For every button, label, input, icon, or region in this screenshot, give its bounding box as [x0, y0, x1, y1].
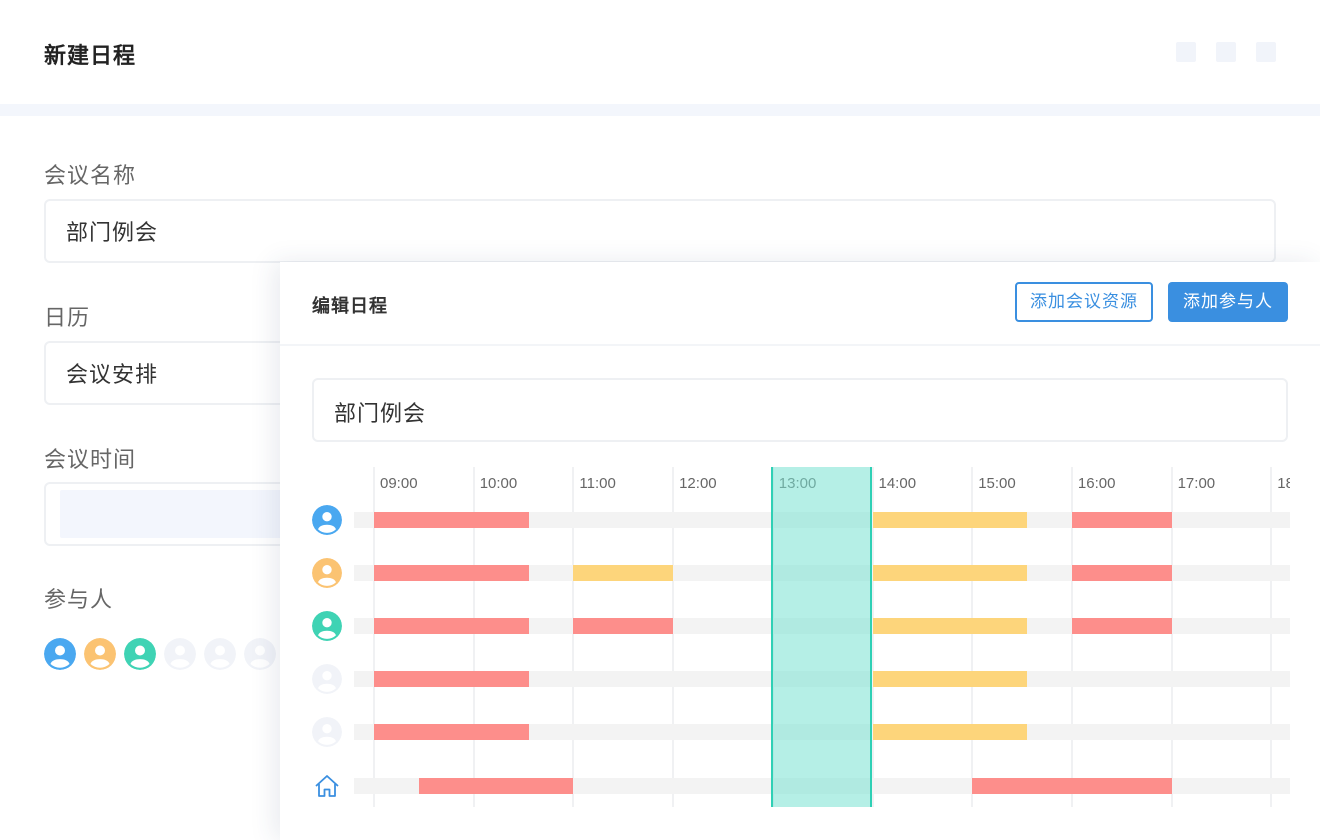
- hour-label: 18:00: [1277, 475, 1290, 492]
- title-bar: 新建日程: [0, 0, 1320, 104]
- tentative-event-bar[interactable]: [872, 724, 1028, 740]
- tentative-event-bar[interactable]: [872, 671, 1028, 687]
- hour-label: 17:00: [1177, 475, 1216, 492]
- busy-event-bar[interactable]: [374, 565, 529, 581]
- calendar-label: 日历: [44, 306, 91, 331]
- close-icon[interactable]: [1256, 42, 1276, 62]
- hour-label: 09:00: [380, 475, 418, 492]
- meeting-name-label: 会议名称: [44, 164, 137, 189]
- row-user-avatar-icon: [312, 611, 342, 641]
- tentative-event-bar[interactable]: [872, 618, 1028, 634]
- minimize-icon[interactable]: [1176, 42, 1196, 62]
- row-user-avatar-icon: [312, 664, 342, 694]
- participants-label: 参与人: [44, 588, 114, 613]
- schedule-timeline[interactable]: 09:0010:0011:0012:0013:0014:0015:0016:00…: [280, 467, 1290, 807]
- participant-avatar[interactable]: [204, 638, 236, 670]
- hour-label: 10:00: [479, 475, 518, 492]
- busy-event-bar[interactable]: [1071, 618, 1172, 634]
- meeting-name-value: 部门例会: [66, 221, 159, 246]
- maximize-icon[interactable]: [1216, 42, 1236, 62]
- hour-label: 15:00: [978, 475, 1016, 492]
- panel-divider: [280, 344, 1320, 346]
- panel-title: 编辑日程: [312, 296, 388, 317]
- busy-event-bar[interactable]: [418, 778, 574, 794]
- room-home-icon: [315, 775, 339, 797]
- row-user-avatar-icon: [312, 558, 342, 588]
- panel-meeting-name-input[interactable]: 部门例会: [312, 378, 1288, 442]
- hour-label: 14:00: [878, 475, 917, 492]
- panel-meeting-name-value: 部门例会: [334, 402, 427, 427]
- add-resource-button[interactable]: 添加会议资源: [1015, 282, 1153, 322]
- tentative-event-bar[interactable]: [872, 512, 1028, 528]
- row-user-avatar-icon: [312, 505, 342, 535]
- hour-label: 16:00: [1077, 475, 1116, 492]
- busy-event-bar[interactable]: [972, 778, 1172, 794]
- hour-label: 12:00: [679, 475, 717, 492]
- busy-event-bar[interactable]: [374, 618, 529, 634]
- hour-label: 11:00: [579, 475, 616, 492]
- edit-schedule-panel: 编辑日程 添加会议资源 添加参与人 部门例会 09:00 10:00 11:00 12…: [280, 262, 1320, 840]
- selected-time-slot[interactable]: [770, 467, 873, 807]
- busy-event-bar[interactable]: [1071, 512, 1172, 528]
- participant-avatar[interactable]: [124, 638, 156, 670]
- busy-event-bar[interactable]: [1071, 565, 1172, 581]
- calendar-value: 会议安排: [66, 363, 159, 388]
- add-participant-button[interactable]: 添加参与人: [1168, 282, 1288, 322]
- tentative-event-bar[interactable]: [573, 565, 674, 581]
- meeting-time-label: 会议时间: [44, 448, 137, 473]
- participant-avatar[interactable]: [84, 638, 116, 670]
- busy-event-bar[interactable]: [374, 671, 529, 687]
- header-divider: [0, 104, 1320, 116]
- busy-event-bar[interactable]: [374, 724, 529, 740]
- tentative-event-bar[interactable]: [872, 565, 1028, 581]
- row-user-avatar-icon: [312, 717, 342, 747]
- page-title: 新建日程: [44, 44, 137, 69]
- participant-avatar[interactable]: [44, 638, 76, 670]
- participant-avatar[interactable]: [164, 638, 196, 670]
- meeting-name-input[interactable]: 部门例会: [44, 199, 1276, 263]
- busy-event-bar[interactable]: [374, 512, 529, 528]
- busy-event-bar[interactable]: [573, 618, 674, 634]
- participant-avatar[interactable]: [244, 638, 276, 670]
